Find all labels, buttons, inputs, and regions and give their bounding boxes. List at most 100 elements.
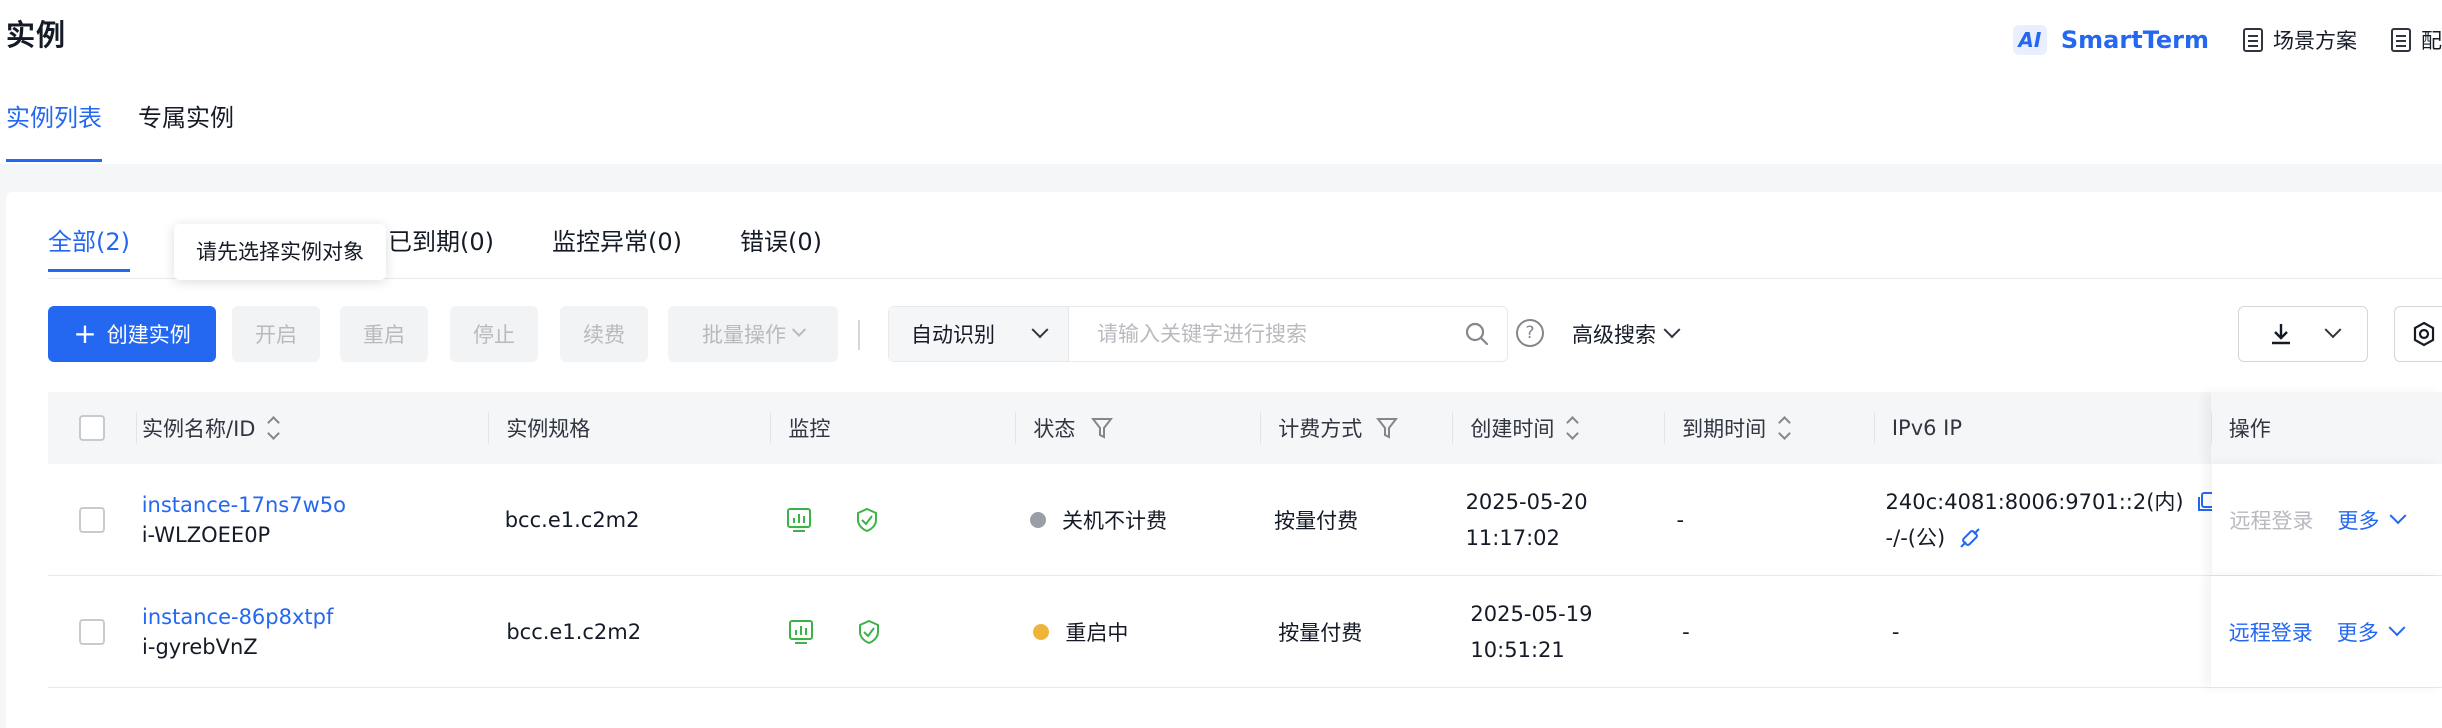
advanced-search-button[interactable]: 高级搜索 [1572,306,1681,362]
created-date: 2025-05-19 [1470,601,1593,626]
status-filter-tabs: 全部(2) 已到期(0) 监控异常(0) 错误(0) [48,222,880,272]
tab-monitor-abnormal[interactable]: 监控异常(0) [552,222,682,272]
security-check-icon[interactable] [856,619,882,645]
top-bar: 实例 AI SmartTerm 场景方案 配 实例列表 专属实例 [0,0,2442,164]
column-expire-label: 到期时间 [1682,417,1767,441]
scene-solution-label: 场景方案 [2273,29,2357,53]
tab-expired[interactable]: 已到期(0) [388,222,494,272]
column-header-billing: 计费方式 [1260,392,1452,464]
row-checkbox[interactable] [78,506,105,533]
download-button[interactable] [2238,306,2368,362]
scene-solution-link[interactable]: 场景方案 [2243,25,2357,55]
chevron-down-icon [2324,321,2341,339]
created-time-cell: 2025-05-20 11:17:02 [1448,464,1659,575]
column-status-label: 状态 [1033,417,1076,441]
create-instance-button[interactable]: + 创建实例 [48,306,216,362]
tab-error[interactable]: 错误(0) [740,222,822,272]
tab-instance-list[interactable]: 实例列表 [6,96,102,162]
instance-spec: bcc.e1.c2m2 [504,507,640,532]
more-dropdown[interactable]: 更多 [2336,617,2406,647]
column-header-name[interactable]: 实例名称/ID [136,392,488,464]
chevron-down-icon [1031,321,1049,339]
column-header-expire[interactable]: 到期时间 [1664,392,1874,464]
more-dropdown[interactable]: 更多 [2337,505,2407,535]
chevron-down-icon [2388,618,2406,636]
bind-ip-icon[interactable] [1957,525,1983,551]
divider [48,278,2442,279]
sort-icon[interactable] [267,416,281,440]
tab-dedicated-instance[interactable]: 专属实例 [138,96,234,162]
config-link[interactable]: 配 [2391,25,2442,55]
create-instance-label: 创建实例 [106,323,191,347]
monitor-chart-icon[interactable] [786,507,812,533]
checklist-icon [2243,28,2263,52]
billing-method: 按量付费 [1278,620,1363,645]
filter-icon[interactable] [1376,416,1399,440]
document-icon [2391,28,2411,52]
created-time: 11:17:02 [1465,525,1560,550]
advanced-search-label: 高级搜索 [1572,323,1656,347]
more-label: 更多 [2336,620,2379,645]
renew-button[interactable]: 续费 [560,306,648,362]
column-created-label: 创建时间 [1470,417,1555,441]
column-settings-button[interactable] [2394,306,2442,362]
tab-all[interactable]: 全部(2) [48,222,130,272]
row-select-cell [48,464,136,575]
restart-button[interactable]: 重启 [340,306,428,362]
batch-operation-button[interactable]: 批量操作 [668,306,838,362]
smartterm-link[interactable]: AI SmartTerm [2012,25,2209,55]
monitor-chart-icon[interactable] [788,619,814,645]
main-tabs: 实例列表 专属实例 [0,96,234,162]
download-icon [2271,324,2290,345]
toolbar-separator [858,320,860,350]
column-billing-label: 计费方式 [1278,417,1363,441]
instance-name-cell: instance-86p8xtpf i-gyrebVnZ [136,576,488,687]
toolbar: + 创建实例 开启 重启 停止 续费 批量操作 自动识别 ? 高级搜索 [48,306,2442,362]
row-select-cell [48,576,136,687]
operations-cell: 远程登录 更多 [2211,464,2442,575]
instance-name-link[interactable]: instance-86p8xtpf [142,605,333,629]
sort-icon[interactable] [1566,416,1580,440]
header-actions: AI SmartTerm 场景方案 配 [2012,20,2442,60]
filter-icon[interactable] [1091,416,1114,440]
more-label: 更多 [2337,508,2380,533]
help-icon[interactable]: ? [1516,319,1544,347]
plus-icon: + [73,317,97,350]
instance-name-link[interactable]: instance-17ns7w5o [142,493,346,517]
ipv6-cell: - [1874,576,2211,687]
table-row: instance-86p8xtpf i-gyrebVnZ bcc.e1.c2m2… [48,576,2442,688]
expire-time: - [1682,619,1690,644]
sort-icon[interactable] [1778,416,1791,440]
table-row: instance-17ns7w5o i-WLZOEE0P bcc.e1.c2m2… [48,464,2442,576]
column-header-created[interactable]: 创建时间 [1452,392,1664,464]
search-mode-value: 自动识别 [911,323,995,347]
start-button[interactable]: 开启 [232,306,320,362]
instance-name-cell: instance-17ns7w5o i-WLZOEE0P [136,464,487,575]
select-all-checkbox[interactable] [79,415,106,441]
instance-spec: bcc.e1.c2m2 [506,619,642,644]
ipv6-internal: 240c:4081:8006:9701::2(内) [1885,489,2184,514]
chevron-down-icon [791,322,807,337]
search-input[interactable] [1069,307,1447,361]
page-title: 实例 [6,18,67,52]
search-mode-select[interactable]: 自动识别 [889,307,1069,361]
instance-id: i-WLZOEE0P [141,522,271,547]
monitor-cell [768,464,1012,575]
created-time: 10:51:21 [1470,637,1565,662]
column-header-ipv6: IPv6 IP [1873,392,2211,464]
ipv6-cell: 240c:4081:8006:9701::2(内) -/-(公) [1868,464,2217,575]
stop-button[interactable]: 停止 [450,306,538,362]
expire-time: - [1676,507,1685,532]
created-time-cell: 2025-05-19 10:51:21 [1452,576,1664,687]
instance-list-card: 全部(2) 已到期(0) 监控异常(0) 错误(0) 请先选择实例对象 + 创建… [6,192,2442,728]
remote-login-button[interactable]: 远程登录 [2229,617,2313,647]
search-icon[interactable] [1447,307,1507,361]
status-cell: 关机不计费 [1012,464,1256,575]
remote-login-button[interactable]: 远程登录 [2230,505,2314,535]
status-text: 重启中 [1065,620,1129,645]
batch-operation-label: 批量操作 [702,323,786,347]
security-check-icon[interactable] [854,507,880,533]
chevron-down-icon [1663,321,1681,339]
row-checkbox[interactable] [79,618,106,645]
column-header-monitor: 监控 [770,392,1015,464]
